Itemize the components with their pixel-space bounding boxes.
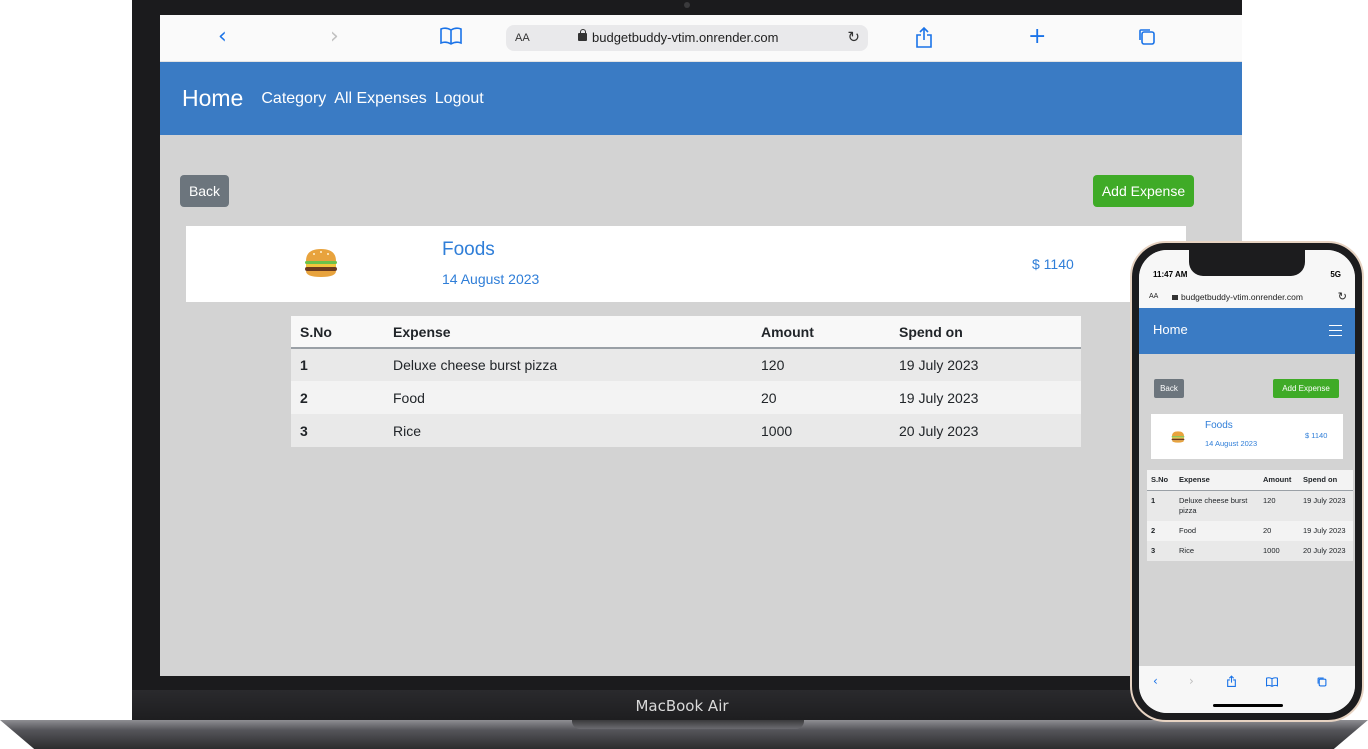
cell-sno: 2 [291,381,384,414]
forward-icon[interactable]: › [330,25,339,49]
table-row: 1 Deluxe cheese burst pizza 120 19 July … [1147,490,1353,521]
cell-sno: 1 [291,348,384,381]
header-sno: S.No [1147,470,1175,491]
cell-expense: Rice [384,414,752,447]
reload-icon[interactable]: ↻ [847,25,860,51]
url-text: budgetbuddy-vtim.onrender.com [592,30,779,45]
safari-toolbar: ‹ › AA budgetbuddy-vtim.onrender.com ↻ + [160,15,1242,62]
phone-navbar: Home [1139,308,1355,354]
share-icon[interactable] [916,26,932,54]
cell-amount: 120 [752,348,890,381]
camera-icon [684,2,690,8]
table-row: 2 Food 20 19 July 2023 [1147,520,1353,541]
table-header-row: S.No Expense Amount Spend on [291,316,1081,349]
cell-spend-on: 20 July 2023 [890,414,1081,447]
cell-expense: Food [1175,520,1259,541]
cell-sno: 3 [1147,540,1175,561]
phone-forward-icon[interactable]: › [1189,674,1194,688]
category-date: 14 August 2023 [442,271,540,287]
phone-share-icon[interactable] [1227,675,1236,690]
cell-amount: 1000 [752,414,890,447]
phone-reader-aa-button[interactable]: AA [1149,286,1158,308]
bookmarks-icon[interactable] [440,27,462,51]
cell-sno: 3 [291,414,384,447]
table-row: 3 Rice 1000 20 July 2023 [291,414,1081,447]
phone-category-date: 14 August 2023 [1205,439,1258,448]
nav-brand-home[interactable]: Home [182,85,243,112]
header-sno: S.No [291,316,384,349]
cell-amount: 20 [752,381,890,414]
phone-back-button[interactable]: Back [1154,379,1184,398]
cell-expense: Food [384,381,752,414]
header-amount: Amount [752,316,890,349]
nav-link-all-expenses[interactable]: All Expenses [334,90,427,108]
lock-icon [578,29,587,41]
cell-spend-on: 19 July 2023 [890,348,1081,381]
phone-category-name[interactable]: Foods [1205,420,1233,431]
cell-amount: 20 [1259,520,1299,541]
cell-expense: Deluxe cheese burst pizza [384,348,752,381]
phone-back-icon[interactable]: ‹ [1153,674,1158,688]
status-network: 5G [1330,270,1341,279]
phone-screen: 11:47 AM 5G AA budgetbuddy-vtim.onrender… [1139,250,1355,713]
cell-spend-on: 19 July 2023 [1299,490,1353,521]
phone-add-expense-button[interactable]: Add Expense [1273,379,1339,398]
cell-spend-on: 19 July 2023 [1299,520,1353,541]
add-expense-button[interactable]: Add Expense [1093,175,1194,207]
phone-tabs-icon[interactable] [1317,676,1327,690]
laptop-opening-notch [572,720,804,729]
nav-link-logout[interactable]: Logout [435,90,484,108]
laptop-screen: ‹ › AA budgetbuddy-vtim.onrender.com ↻ +… [160,15,1242,676]
hamburger-emoji-icon [1171,431,1185,443]
phone-bookmarks-icon[interactable] [1266,676,1278,690]
table-row: 3 Rice 1000 20 July 2023 [1147,540,1353,561]
new-tab-icon[interactable]: + [1028,25,1046,49]
laptop-brand-label: MacBook Air [635,697,729,715]
cell-expense: Deluxe cheese burst pizza [1175,490,1259,521]
phone-address-bar[interactable]: AA budgetbuddy-vtim.onrender.com ↻ [1139,286,1355,308]
phone-lock-icon [1172,295,1178,300]
phone-table-header-row: S.No Expense Amount Spend on [1147,470,1353,491]
table-row: 2 Food 20 19 July 2023 [291,381,1081,414]
phone-frame: 11:47 AM 5G AA budgetbuddy-vtim.onrender… [1130,241,1364,722]
phone-nav-brand-home[interactable]: Home [1153,322,1188,337]
header-spend-on: Spend on [890,316,1081,349]
nav-link-category[interactable]: Category [261,90,326,108]
hamburger-emoji-icon [305,249,337,277]
phone-category-total: $ 1140 [1305,431,1328,440]
phone-category-card: Foods 14 August 2023 $ 1140 [1151,414,1343,459]
cell-expense: Rice [1175,540,1259,561]
table-row: 1 Deluxe cheese burst pizza 120 19 July … [291,348,1081,381]
back-icon[interactable]: ‹ [218,25,227,49]
address-bar[interactable]: AA budgetbuddy-vtim.onrender.com ↻ [506,25,868,51]
header-spend-on: Spend on [1299,470,1353,491]
reader-aa-button[interactable]: AA [515,25,530,51]
category-name[interactable]: Foods [442,239,495,261]
cell-spend-on: 19 July 2023 [890,381,1081,414]
phone-url-text: budgetbuddy-vtim.onrender.com [1181,292,1303,302]
cell-sno: 1 [1147,490,1175,521]
phone-notch [1189,250,1305,276]
cell-sno: 2 [1147,520,1175,541]
phone-expenses-table: S.No Expense Amount Spend on 1 Deluxe ch… [1147,470,1353,561]
menu-hamburger-icon[interactable] [1329,325,1342,336]
back-button[interactable]: Back [180,175,229,207]
category-total: $ 1140 [1032,256,1074,272]
header-expense: Expense [384,316,752,349]
header-amount: Amount [1259,470,1299,491]
laptop-chin: MacBook Air [132,690,1242,722]
phone-safari-toolbar: ‹ › [1139,666,1355,713]
cell-amount: 1000 [1259,540,1299,561]
phone-reload-icon[interactable]: ↻ [1338,286,1347,308]
status-time: 11:47 AM [1153,270,1188,279]
cell-spend-on: 20 July 2023 [1299,540,1353,561]
expenses-table: S.No Expense Amount Spend on 1 Deluxe ch… [291,316,1081,447]
header-expense: Expense [1175,470,1259,491]
app-navbar: Home Category All Expenses Logout [160,62,1242,135]
cell-amount: 120 [1259,490,1299,521]
category-card: Foods 14 August 2023 $ 1140 [186,226,1186,302]
tabs-icon[interactable] [1138,28,1156,52]
phone-home-indicator [1213,704,1283,707]
